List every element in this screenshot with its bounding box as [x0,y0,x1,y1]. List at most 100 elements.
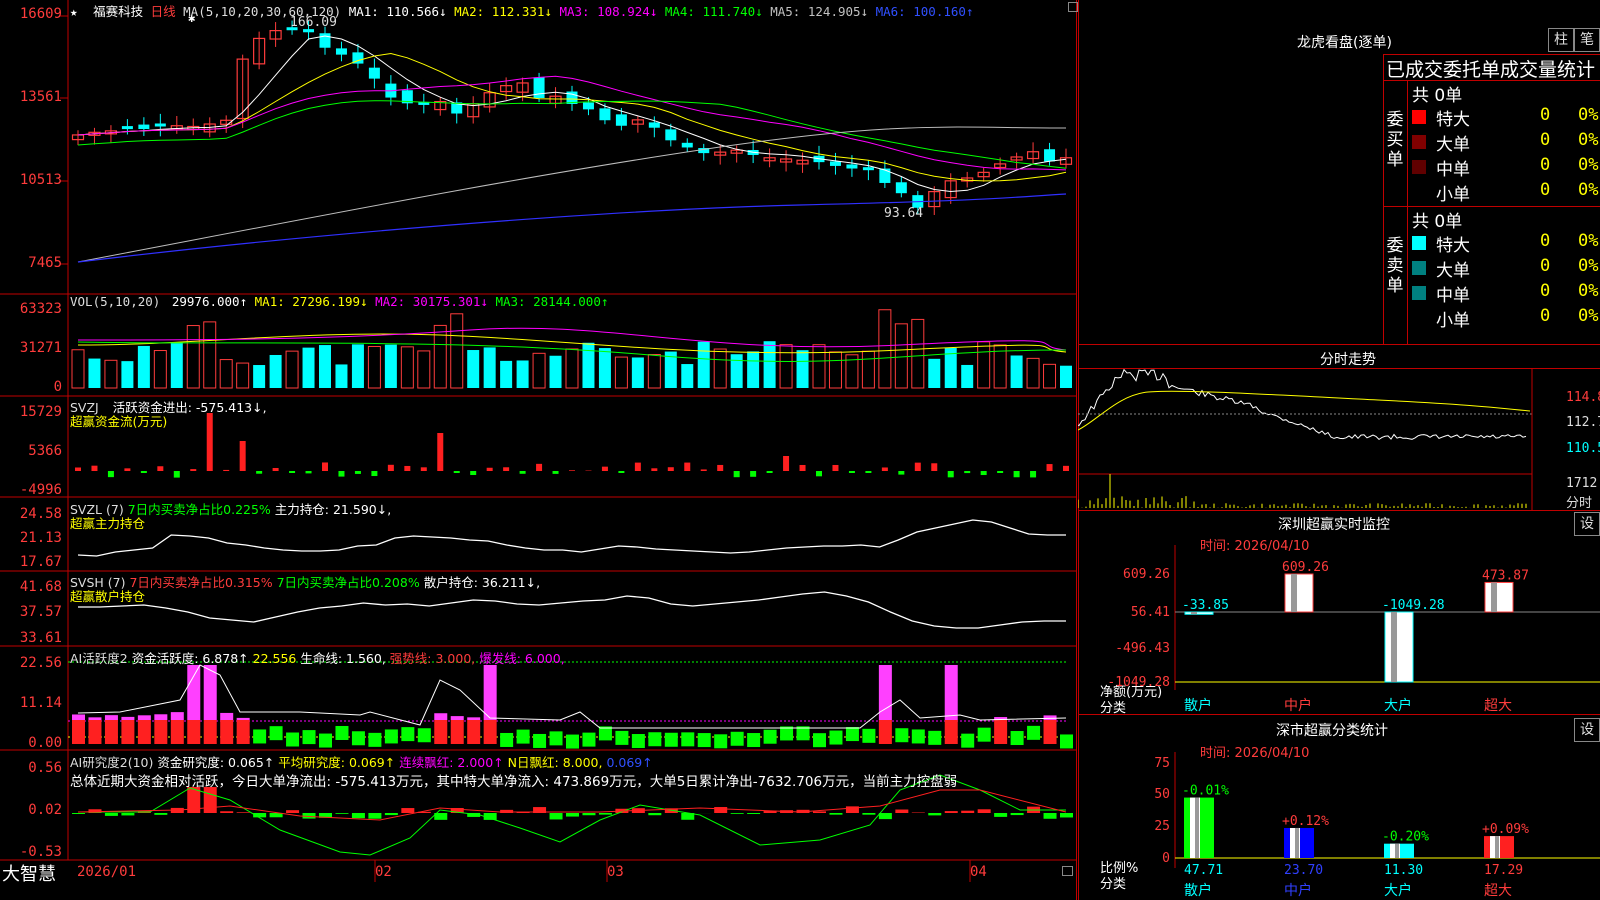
ma1-line [77,35,1067,193]
monitor-bar-label: -33.85 [1182,598,1229,613]
flow-bar-out [338,471,345,477]
flow-bar-out [453,471,460,473]
svsh-ytick: 41.68 [19,579,62,595]
ai2-bar-green [582,813,596,816]
ai1-bar-green [615,730,629,745]
stock-name[interactable]: 福赛科技 [93,4,143,19]
ai2-bar-red [236,812,250,813]
candle-down [154,123,166,127]
vol-bar-up [977,341,991,389]
ai1-bar-red [137,720,151,744]
flow-bar-in [1046,464,1053,471]
ai1-bar-green [566,734,579,749]
ma3-value: MA3: 108.924↓ [559,4,658,19]
ai2-bar-green [72,813,85,814]
vol-bar-down [351,344,364,388]
ai1-bar-green [829,730,843,745]
lock-icon[interactable] [1062,866,1073,876]
vol-bar-up [285,350,299,389]
ai1-bar-green [697,733,711,748]
class-category: 大户 [1384,882,1412,899]
ai1-bar-red [944,720,958,744]
flow-bar-in [420,467,427,471]
vol-ma3-line [77,341,1067,362]
vol-bar-down [631,357,644,388]
vol-bar-up [1043,363,1057,389]
monitor-ytick: 609.26 [1123,567,1170,582]
vol-bar-down [730,354,743,388]
candle-down [895,182,907,194]
flow-bar-out [552,471,559,474]
flow-bar-out [898,471,905,475]
candle-down [599,108,611,121]
flow-bar-in [75,467,81,471]
ai1-bar-red [878,720,892,744]
vol-bar-up [894,323,908,389]
svzl-ytick: 17.67 [19,554,62,570]
svzl-ytick: 24.58 [19,506,62,522]
monitor-ytick: -1049.28 [1107,675,1170,690]
ai1-bar-green [813,733,826,748]
class-change-label: -0.20% [1382,830,1429,845]
flow-bar-out [256,471,263,474]
flow-bar-in [387,464,394,471]
monitor-category: 中户 [1284,697,1312,714]
monitor-bar [1484,581,1514,613]
flow-bar-in [272,467,279,471]
kline-ytick: 7465 [28,255,62,271]
ai2-bar-red [500,809,514,813]
flow-bar-out [470,471,477,476]
candle-down [879,168,891,183]
flow-bar-in [536,463,543,471]
vol-bar-up [367,345,381,389]
ai2-bar-green [1010,813,1024,816]
ma4-value: MA4: 111.740↓ [664,4,763,19]
flow-bar-out [305,471,312,474]
ai1-bar-green [384,729,398,744]
flow-bar-in [914,462,921,471]
ai1-bar-magenta [467,717,481,720]
candle-down [368,67,380,79]
period-label[interactable]: 日线 [151,4,176,19]
ai2-bar-green [384,813,398,816]
class-change-label: +0.12% [1282,814,1329,829]
flow-bar-in [700,469,707,471]
app-logo: 大智慧 [2,864,56,885]
ai2-bar-red [977,809,991,813]
ai1-bar-red [187,720,201,744]
ai1-bar-green [648,732,662,747]
candle-down [582,102,594,110]
flow-bar-in [91,465,98,471]
monitor-bar-shade [1491,582,1497,612]
svzj-ytick: 5366 [28,443,62,459]
flow-bar-out [1030,471,1037,478]
vol-bar-down [335,364,348,388]
ai2-bar-red [286,810,300,813]
ai2-bar-red [220,811,234,813]
vol-bar-down [598,348,611,388]
flow-bar-in [651,468,658,471]
ai1-bar-green [302,730,316,745]
vol-bar-up [647,353,661,389]
candle-down [335,48,347,55]
candle-down [648,122,660,128]
ai2-bar-green [121,813,135,816]
vol-bar-down [269,354,282,388]
flow-bar-out [371,471,378,477]
flow-bar-in [717,464,724,471]
class-ytick: 50 [1154,787,1170,802]
flow-bar-in [684,462,691,471]
ai1-bar-green [516,729,530,744]
vol-bar-up [614,356,628,389]
vol-ytick: 31271 [19,340,62,356]
vol-bar-down [763,341,776,388]
vol-ma2-line [77,327,1067,351]
ai1-bar-magenta [104,715,118,720]
ai1-bar-red [170,720,184,744]
favorite-star-icon[interactable]: ★ [70,4,78,19]
flow-bar-out [618,471,625,473]
restore-icon[interactable] [1068,2,1078,12]
vol-bar-down [1060,365,1072,388]
ai1-bar-magenta [1043,715,1057,720]
ai1-bar-green [895,728,909,743]
